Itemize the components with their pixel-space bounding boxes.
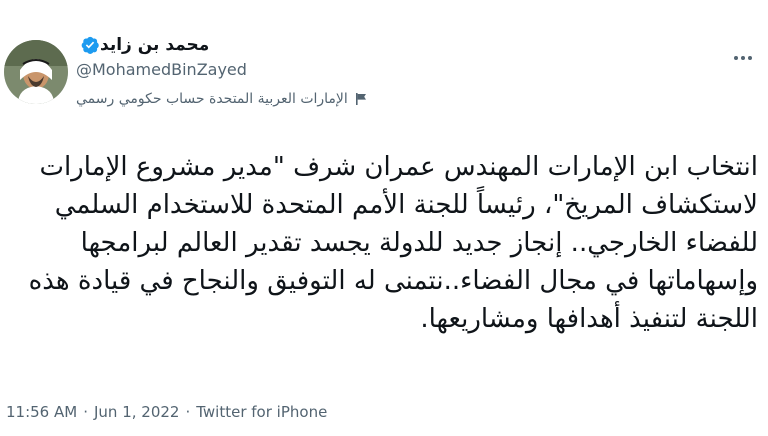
handle[interactable]: @MohamedBinZayed: [76, 59, 716, 81]
meta-separator: ·: [185, 403, 191, 421]
tweet-date[interactable]: Jun 1, 2022: [94, 400, 179, 424]
more-options-button[interactable]: [728, 48, 758, 68]
tweet-header: محمد بن زايد @MohamedBinZayed الإمارات ا…: [76, 34, 716, 109]
tweet-time[interactable]: 11:56 AM: [6, 400, 77, 424]
meta-separator: ·: [83, 403, 88, 421]
more-options-icon: [734, 56, 752, 60]
avatar-image: [4, 40, 68, 104]
government-flag-icon: [354, 92, 368, 106]
display-name[interactable]: محمد بن زايد: [100, 35, 209, 55]
tweet-card: محمد بن زايد @MohamedBinZayed الإمارات ا…: [0, 0, 768, 436]
name-row: محمد بن زايد: [76, 34, 716, 56]
affiliation-label: الإمارات العربية المتحدة حساب حكومي رسمي: [76, 89, 716, 109]
tweet-meta: 11:56 AM · Jun 1, 2022 · Twitter for iPh…: [6, 400, 327, 424]
avatar[interactable]: [4, 40, 68, 104]
verified-badge-icon: [80, 35, 100, 55]
tweet-source[interactable]: Twitter for iPhone: [196, 400, 327, 424]
affiliation-text: الإمارات العربية المتحدة حساب حكومي رسمي: [76, 91, 348, 107]
tweet-text: انتخاب ابن الإمارات المهندس عمران شرف "م…: [20, 152, 758, 334]
